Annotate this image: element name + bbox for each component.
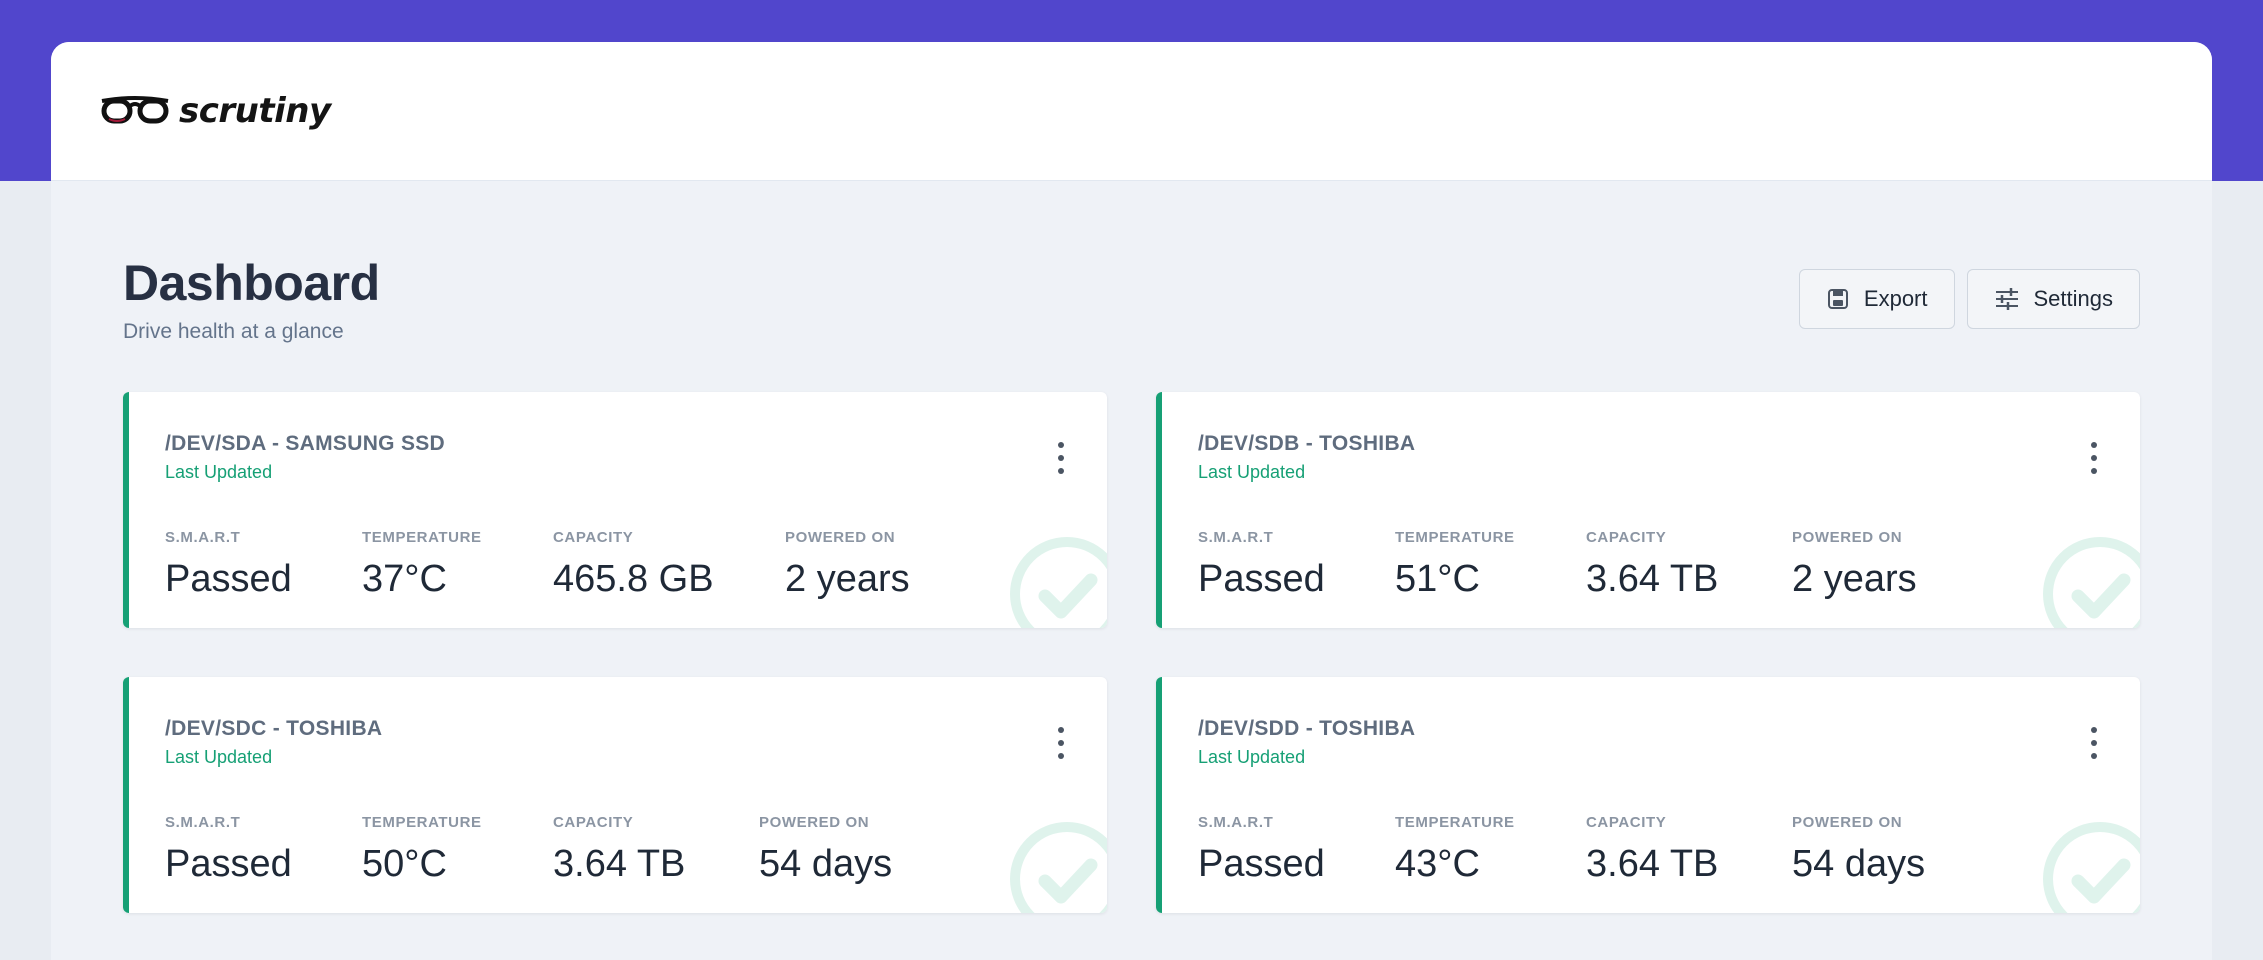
metric-label: CAPACITY (553, 814, 634, 831)
metric-label: S.M.A.R.T (165, 814, 241, 831)
capacity-metric: CAPACITY 3.64 TB (1586, 814, 1718, 886)
settings-label: Settings (2033, 286, 2114, 311)
drive-card[interactable]: /DEV/SDA - SAMSUNG SSD Last Updated S.M.… (123, 392, 1107, 628)
smart-metric: S.M.A.R.T Passed (165, 529, 292, 601)
check-circle-icon (1007, 534, 1107, 628)
temperature-value: 37°C (362, 558, 447, 600)
app-logo[interactable]: scrutiny (99, 90, 331, 132)
logo-text: scrutiny (179, 91, 331, 131)
metric-label: S.M.A.R.T (1198, 529, 1274, 546)
drive-grid: /DEV/SDA - SAMSUNG SSD Last Updated S.M.… (123, 392, 2140, 913)
status-accent-bar (123, 392, 129, 628)
last-updated-link[interactable]: Last Updated (1198, 462, 1305, 483)
metric-label: CAPACITY (553, 529, 634, 546)
page-actions: Export Settings (1798, 269, 2140, 329)
page-title: Dashboard (123, 255, 380, 311)
more-options-icon[interactable] (2086, 727, 2102, 759)
check-circle-icon (2040, 819, 2140, 913)
page-header: Dashboard Drive health at a glance (123, 254, 380, 344)
metric-label: TEMPERATURE (1395, 814, 1515, 831)
last-updated-link[interactable]: Last Updated (165, 747, 272, 768)
smart-value: Passed (165, 843, 292, 885)
temperature-value: 50°C (362, 843, 447, 885)
powered-on-value: 54 days (759, 843, 893, 885)
export-button[interactable]: Export (1798, 269, 1955, 329)
drive-title: /DEV/SDD - TOSHIBA (1198, 717, 1416, 740)
drive-card[interactable]: /DEV/SDD - TOSHIBA Last Updated S.M.A.R.… (1156, 677, 2140, 913)
powered-on-metric: POWERED ON 2 years (785, 529, 910, 601)
smart-value: Passed (165, 558, 292, 600)
smart-metric: S.M.A.R.T Passed (165, 814, 292, 886)
drive-card[interactable]: /DEV/SDB - TOSHIBA Last Updated S.M.A.R.… (1156, 392, 2140, 628)
drive-card[interactable]: /DEV/SDC - TOSHIBA Last Updated S.M.A.R.… (123, 677, 1107, 913)
powered-on-value: 54 days (1792, 843, 1926, 885)
powered-on-metric: POWERED ON 54 days (759, 814, 892, 886)
temperature-metric: TEMPERATURE 37°C (362, 529, 482, 601)
capacity-value: 465.8 GB (553, 558, 714, 600)
page-subtitle: Drive health at a glance (123, 320, 344, 343)
save-icon (1826, 287, 1850, 311)
smart-metric: S.M.A.R.T Passed (1198, 529, 1325, 601)
metric-label: POWERED ON (785, 529, 896, 546)
more-options-icon[interactable] (2086, 442, 2102, 474)
metric-label: TEMPERATURE (1395, 529, 1515, 546)
powered-on-value: 2 years (1792, 558, 1917, 600)
smart-metric: S.M.A.R.T Passed (1198, 814, 1325, 886)
smart-value: Passed (1198, 558, 1325, 600)
powered-on-value: 2 years (785, 558, 910, 600)
temperature-value: 43°C (1395, 843, 1480, 885)
status-accent-bar (1156, 392, 1162, 628)
metric-label: POWERED ON (1792, 529, 1903, 546)
metric-label: CAPACITY (1586, 814, 1667, 831)
settings-button[interactable]: Settings (1966, 269, 2140, 329)
app-shell: scrutiny Dashboard Drive health at a gla… (51, 42, 2212, 960)
metric-label: TEMPERATURE (362, 814, 482, 831)
more-options-icon[interactable] (1053, 442, 1069, 474)
check-circle-icon (2040, 534, 2140, 628)
temperature-metric: TEMPERATURE 50°C (362, 814, 482, 886)
powered-on-metric: POWERED ON 54 days (1792, 814, 1925, 886)
sliders-icon (1994, 287, 2020, 311)
capacity-value: 3.64 TB (1586, 843, 1719, 885)
export-label: Export (1863, 286, 1928, 311)
drive-title: /DEV/SDB - TOSHIBA (1198, 432, 1416, 455)
glasses-icon (99, 92, 171, 131)
more-options-icon[interactable] (1053, 727, 1069, 759)
powered-on-metric: POWERED ON 2 years (1792, 529, 1917, 601)
metric-label: POWERED ON (1792, 814, 1903, 831)
capacity-metric: CAPACITY 3.64 TB (1586, 529, 1718, 601)
temperature-metric: TEMPERATURE 51°C (1395, 529, 1515, 601)
smart-value: Passed (1198, 843, 1325, 885)
metric-label: CAPACITY (1586, 529, 1667, 546)
capacity-value: 3.64 TB (1586, 558, 1719, 600)
metric-label: POWERED ON (759, 814, 870, 831)
drive-title: /DEV/SDC - TOSHIBA (165, 717, 383, 740)
drive-title: /DEV/SDA - SAMSUNG SSD (165, 432, 446, 455)
metric-label: TEMPERATURE (362, 529, 482, 546)
last-updated-link[interactable]: Last Updated (165, 462, 272, 483)
check-circle-icon (1007, 819, 1107, 913)
capacity-metric: CAPACITY 3.64 TB (553, 814, 685, 886)
capacity-metric: CAPACITY 465.8 GB (553, 529, 714, 601)
app-header: scrutiny (51, 42, 2212, 181)
status-accent-bar (123, 677, 129, 913)
status-accent-bar (1156, 677, 1162, 913)
metric-label: S.M.A.R.T (1198, 814, 1274, 831)
temperature-metric: TEMPERATURE 43°C (1395, 814, 1515, 886)
capacity-value: 3.64 TB (553, 843, 686, 885)
metric-label: S.M.A.R.T (165, 529, 241, 546)
temperature-value: 51°C (1395, 558, 1480, 600)
last-updated-link[interactable]: Last Updated (1198, 747, 1305, 768)
